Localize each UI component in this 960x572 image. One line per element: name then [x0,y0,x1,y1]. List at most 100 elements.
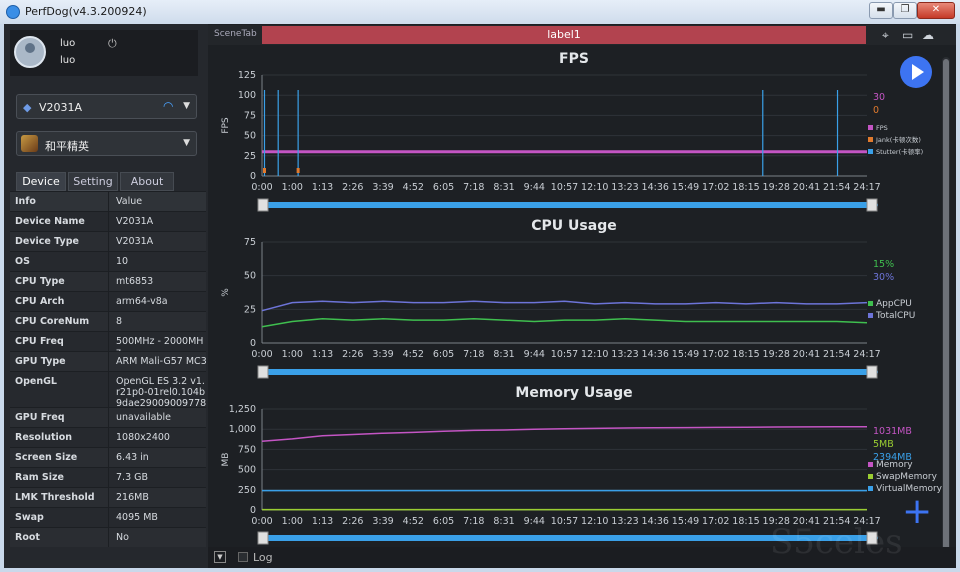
y-tick-label: 75 [244,237,256,248]
x-tick-label: 24:17 [853,349,880,360]
legend-entry: Memory [876,460,913,470]
x-tick-label: 2:26 [342,182,363,193]
x-tick-label: 6:05 [433,516,454,527]
legend-entry: FPS [876,124,888,132]
legend-swatch [868,313,873,318]
y-tick-label: 25 [244,304,256,315]
x-tick-label: 8:31 [493,349,514,360]
legend-entry: SwapMemory [876,472,938,482]
x-tick-label: 19:28 [763,182,790,193]
y-axis-label: FPS [221,117,231,134]
legend-entry: Jank(卡顿次数) [875,135,921,144]
x-tick-label: 4:52 [403,349,424,360]
legend-swatch [868,462,873,467]
x-tick-label: 9:44 [524,182,545,193]
x-tick-label: 7:18 [463,516,484,527]
x-tick-label: 10:57 [551,182,578,193]
jank-marker [262,168,266,173]
current-value: 5MB [873,439,894,450]
legend-swatch [868,137,873,142]
x-tick-label: 3:39 [372,516,393,527]
x-tick-label: 12:10 [581,349,608,360]
x-tick-label: 13:23 [611,349,638,360]
x-tick-label: 14:36 [642,182,669,193]
x-tick-label: 4:52 [403,516,424,527]
x-tick-label: 14:36 [642,349,669,360]
x-tick-label: 1:00 [282,182,303,193]
slider-handle-start[interactable] [257,531,269,545]
x-tick-label: 7:18 [463,349,484,360]
chart-title: Memory Usage [515,385,632,401]
play-button[interactable] [900,56,932,88]
legend-swatch [868,301,873,306]
y-tick-label: 0 [250,171,256,182]
add-chart-plus-icon[interactable]: + [902,494,932,530]
slider-handle-end[interactable] [866,198,878,212]
x-tick-label: 8:31 [493,182,514,193]
time-range-slider [258,202,878,208]
x-tick-label: 24:17 [853,182,880,193]
x-tick-label: 6:05 [433,349,454,360]
legend-entry: AppCPU [876,299,912,309]
y-axis-label: MB [221,453,231,467]
x-tick-label: 15:49 [672,516,699,527]
chart-title: FPS [559,51,589,67]
y-tick-label: 100 [238,90,256,101]
y-axis-label: % [221,288,231,297]
x-tick-label: 3:39 [372,349,393,360]
x-tick-label: 13:23 [611,182,638,193]
x-tick-label: 13:23 [611,516,638,527]
x-tick-label: 8:31 [493,516,514,527]
y-tick-label: 750 [238,444,256,455]
time-range-slider [258,369,878,375]
current-value: 0 [873,105,879,116]
y-tick-label: 1,250 [229,404,256,415]
current-value: 30 [873,92,885,103]
x-tick-label: 17:02 [702,516,729,527]
x-tick-label: 17:02 [702,349,729,360]
x-tick-label: 18:15 [732,349,759,360]
legend-swatch [868,149,873,154]
x-tick-label: 2:26 [342,349,363,360]
x-tick-label: 0:00 [251,349,272,360]
x-tick-label: 0:00 [251,182,272,193]
x-tick-label: 15:49 [672,349,699,360]
x-tick-label: 20:41 [793,182,820,193]
x-tick-label: 1:00 [282,349,303,360]
x-tick-label: 9:44 [524,349,545,360]
x-tick-label: 7:18 [463,182,484,193]
x-tick-label: 3:39 [372,182,393,193]
y-tick-label: 50 [244,131,256,142]
slider-handle-start[interactable] [257,198,269,212]
log-checkbox[interactable] [238,552,248,562]
x-tick-label: 12:10 [581,516,608,527]
x-tick-label: 20:41 [793,349,820,360]
y-tick-label: 0 [250,505,256,516]
scrollbar-thumb[interactable] [943,59,949,553]
y-tick-label: 500 [238,465,256,476]
y-tick-label: 25 [244,151,256,162]
x-tick-label: 21:54 [823,182,850,193]
collapse-toggle-icon[interactable]: ▼ [214,551,226,563]
slider-handle-start[interactable] [257,365,269,379]
vertical-scrollbar[interactable] [942,57,950,557]
y-tick-label: 50 [244,271,256,282]
x-tick-label: 18:15 [732,182,759,193]
jank-marker [296,168,300,173]
legend-swatch [868,125,873,130]
y-tick-label: 75 [244,110,256,121]
y-tick-label: 1,000 [229,424,256,435]
x-tick-label: 12:10 [581,182,608,193]
x-tick-label: 19:28 [763,349,790,360]
current-value: 1031MB [873,426,912,437]
x-tick-label: 21:54 [823,349,850,360]
x-tick-label: 1:13 [312,516,333,527]
chart-title: CPU Usage [531,218,616,234]
x-tick-label: 18:15 [732,516,759,527]
watermark-text: S5celes [770,522,903,562]
slider-handle-end[interactable] [866,365,878,379]
current-value: 30% [873,272,894,283]
legend-swatch [868,486,873,491]
series-line-appcpu [261,318,868,328]
x-tick-label: 6:05 [433,182,454,193]
